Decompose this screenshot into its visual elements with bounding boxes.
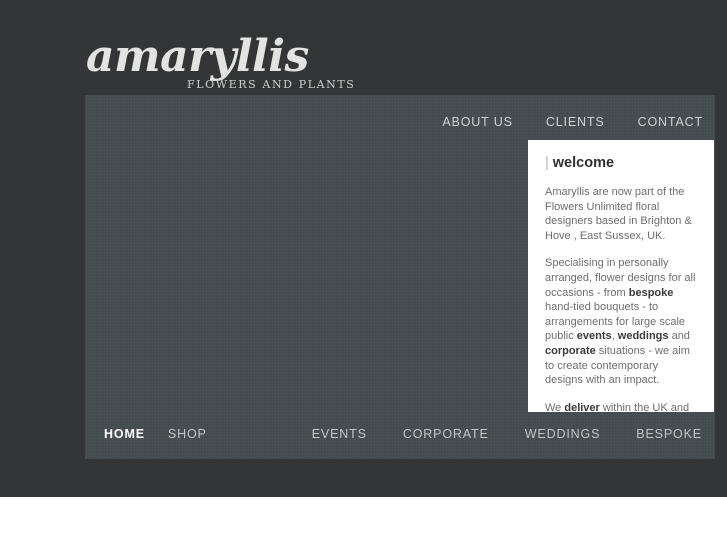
body-text: and [668,330,690,343]
page-stage: amaryllis FLOWERS AND PLANTS ABOUT US CLI… [0,0,727,497]
welcome-paragraph: We deliver within the UK and also Intern… [545,401,697,412]
bottom-nav-item-events[interactable]: EVENTS [312,426,367,443]
emphasis-text: deliver [564,401,600,412]
emphasis-text: bespoke [628,286,674,299]
bottom-nav-item-home[interactable]: HOME [104,426,145,443]
bottom-nav-item-shop[interactable]: SHOP [168,426,207,443]
site-logo[interactable]: amaryllis FLOWERS AND PLANTS [86,32,406,92]
emphasis-text: corporate [545,344,596,357]
top-navigation: ABOUT US CLIENTS CONTACT [442,114,703,130]
bottom-navigation-right: EVENTS CORPORATE WEDDINGS BESPOKE [312,426,702,443]
content-panel: ABOUT US CLIENTS CONTACT | welcome Amarylli… [85,95,715,459]
welcome-heading-text: welcome [552,155,615,171]
bottom-nav-item-bespoke[interactable]: BESPOKE [636,426,702,443]
emphasis-text: events [576,330,612,343]
logo-wordmark: amaryllis [86,31,309,82]
emphasis-text: weddings [617,330,669,343]
body-text: Amaryllis are now part of the Flowers Un… [545,186,692,242]
welcome-card: | welcome Amaryllis are now part of the F… [528,140,714,412]
welcome-paragraph: Specialising in personally arranged, flo… [545,256,697,387]
top-nav-item-contact[interactable]: CONTACT [638,114,703,130]
heading-bar-accent: | [545,155,549,171]
welcome-heading: | welcome [545,154,697,172]
welcome-paragraph: Amaryllis are now part of the Flowers Un… [545,185,697,243]
bottom-nav-item-weddings[interactable]: WEDDINGS [525,426,601,443]
top-nav-item-about-us[interactable]: ABOUT US [442,114,512,130]
bottom-navigation: HOME SHOP EVENTS CORPORATE WEDDINGS BESPOKE [85,420,715,454]
bottom-nav-item-corporate[interactable]: CORPORATE [403,426,489,443]
logo-tagline: FLOWERS AND PLANTS [187,78,356,91]
top-nav-item-clients[interactable]: CLIENTS [546,114,605,130]
welcome-body: Amaryllis are now part of the Flowers Un… [545,185,697,412]
bottom-navigation-left: HOME SHOP [104,426,207,443]
body-text: We [545,401,565,412]
